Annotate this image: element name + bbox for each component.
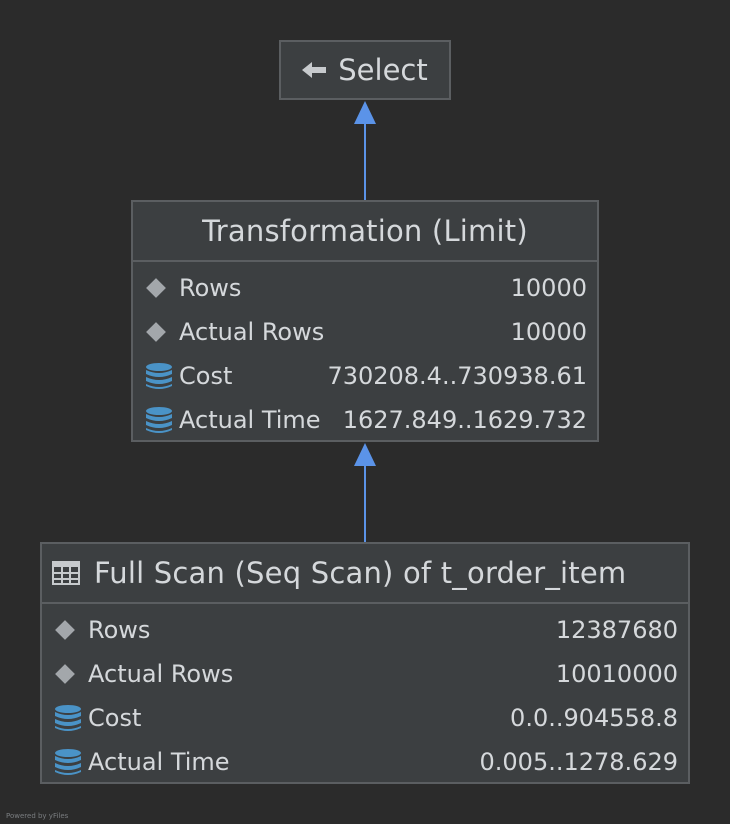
select-node[interactable]: Select [279,40,451,100]
property-value: 0.0..904558.8 [510,704,678,732]
select-node-title: Select [338,53,428,87]
edge-arrowhead-select [354,101,376,124]
database-icon [146,407,172,433]
property-row: Actual Time 1627.849..1629.732 [133,398,597,442]
limit-node-properties: Rows 10000 Actual Rows 10000 Cost 730208… [133,262,597,442]
database-icon [55,749,81,775]
database-icon [146,363,172,389]
property-name: Rows [179,274,242,302]
limit-node[interactable]: Transformation (Limit) Rows 10000 Actual… [131,200,599,442]
scan-node-properties: Rows 12387680 Actual Rows 10010000 Cost [42,604,688,784]
diamond-icon [146,322,166,342]
property-value: 10000 [510,274,587,302]
property-value: 10010000 [555,660,678,688]
limit-node-header: Transformation (Limit) [133,202,597,262]
property-row: Rows 12387680 [42,608,688,652]
diamond-icon [55,620,75,640]
scan-node-header: Full Scan (Seq Scan) of t_order_item [42,544,688,604]
plan-diagram: Select Transformation (Limit) Rows 10000… [0,0,730,824]
property-row: Cost 730208.4..730938.61 [133,354,597,398]
property-row: Rows 10000 [133,266,597,310]
diamond-icon [146,278,166,298]
property-value: 730208.4..730938.61 [327,362,587,390]
property-row: Actual Rows 10010000 [42,652,688,696]
property-value: 0.005..1278.629 [479,748,678,776]
property-row: Actual Time 0.005..1278.629 [42,740,688,784]
powered-by-footer: Powered by yFiles [6,812,69,820]
property-name: Cost [88,704,142,732]
property-name: Rows [88,616,151,644]
arrow-left-icon [302,62,327,78]
property-name: Cost [179,362,233,390]
property-row: Actual Rows 10000 [133,310,597,354]
edge-arrowhead-limit [354,443,376,466]
property-value: 10000 [510,318,587,346]
property-value: 1627.849..1629.732 [342,406,587,434]
property-value: 12387680 [555,616,678,644]
property-name: Actual Time [179,406,321,434]
database-icon [55,705,81,731]
table-icon [52,561,80,585]
scan-node-title: Full Scan (Seq Scan) of t_order_item [94,556,627,590]
property-name: Actual Rows [88,660,234,688]
property-row: Cost 0.0..904558.8 [42,696,688,740]
property-name: Actual Time [88,748,230,776]
property-name: Actual Rows [179,318,325,346]
diamond-icon [55,664,75,684]
scan-node[interactable]: Full Scan (Seq Scan) of t_order_item Row… [40,542,690,784]
limit-node-title: Transformation (Limit) [202,214,528,248]
